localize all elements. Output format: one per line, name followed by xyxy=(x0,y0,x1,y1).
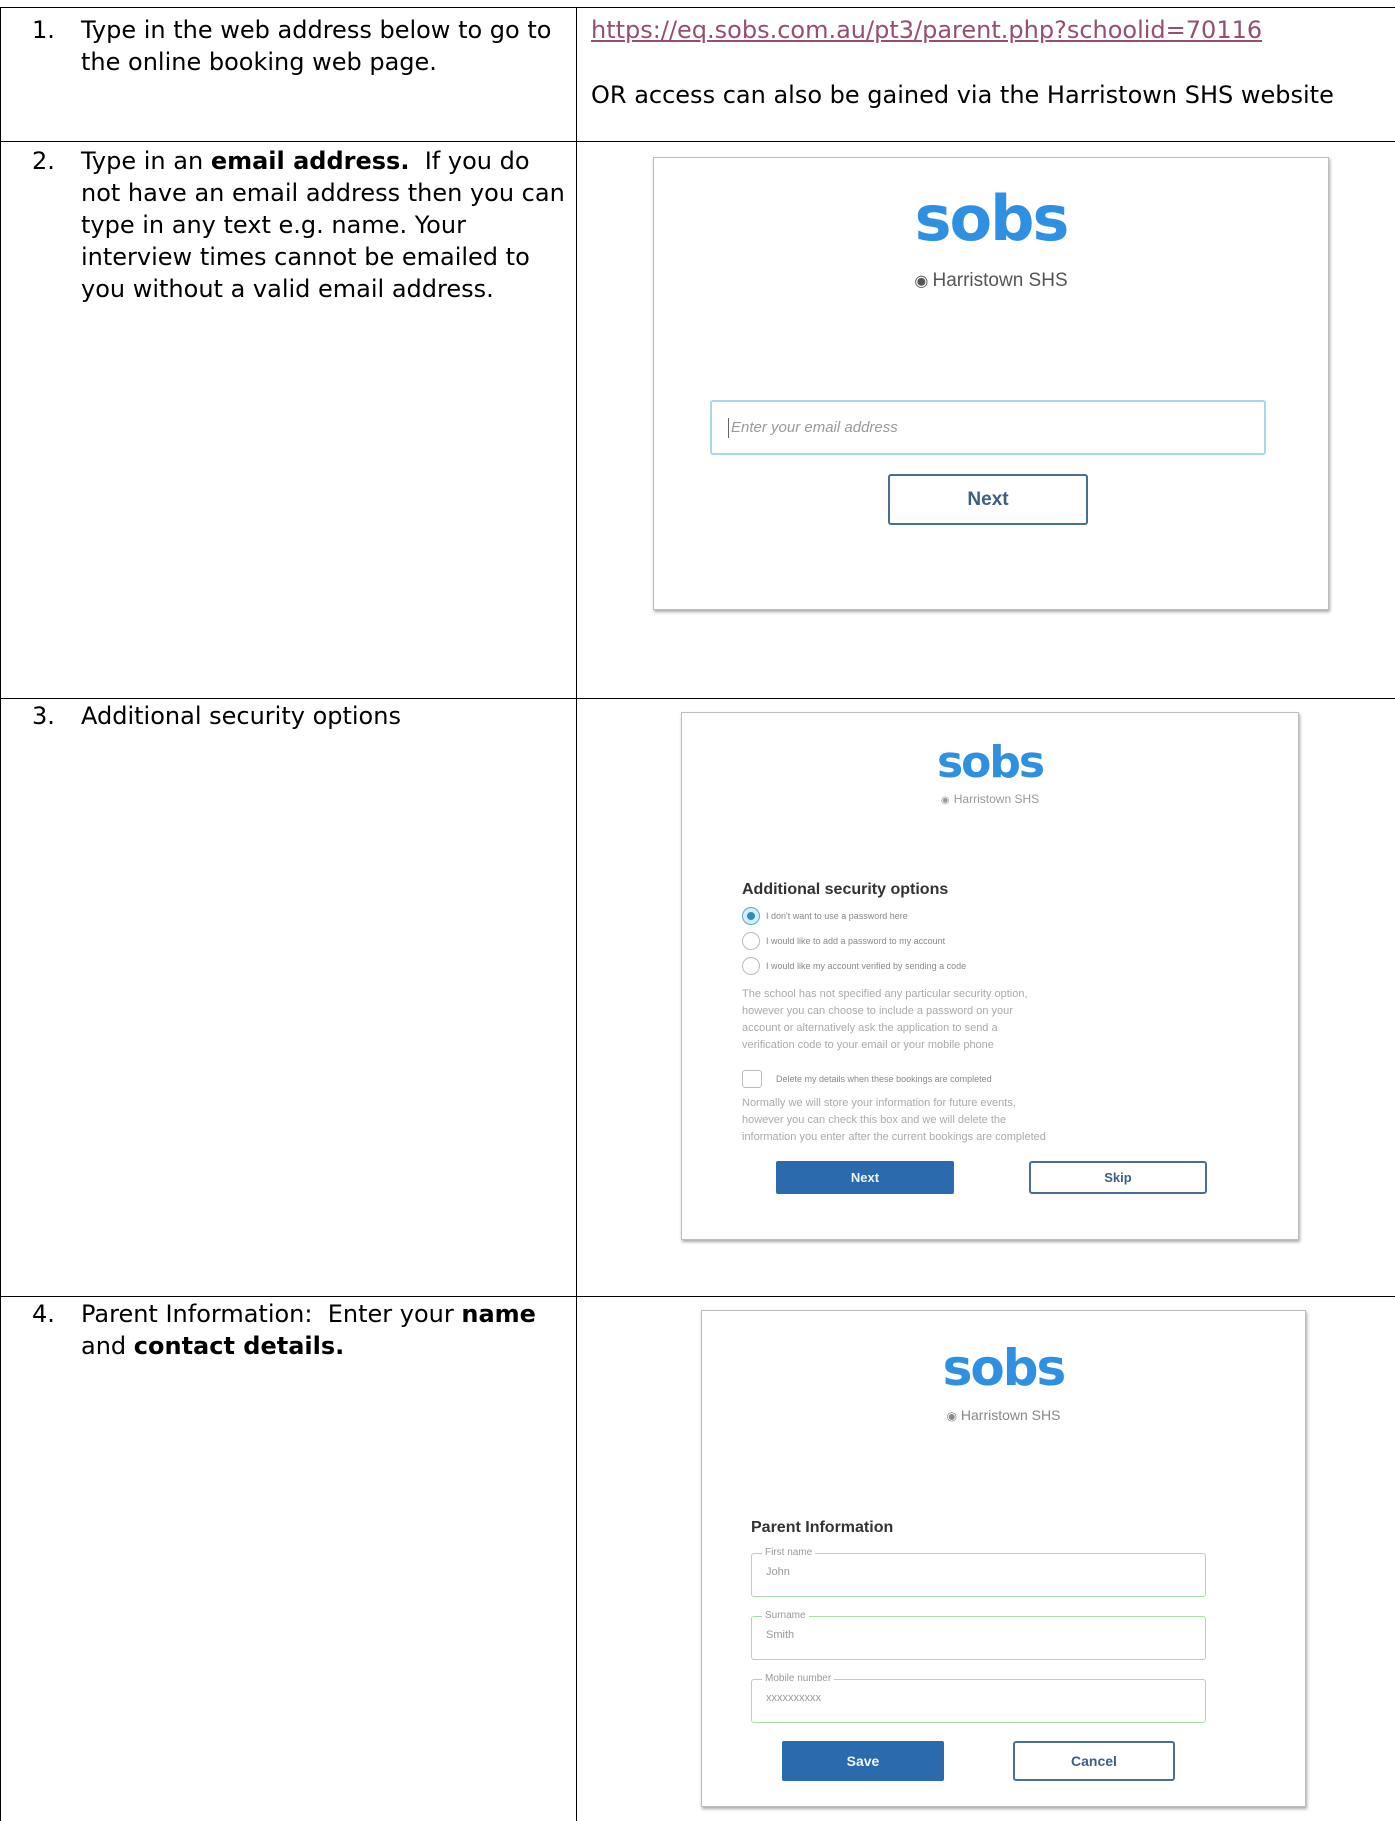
field-value: John xyxy=(766,1566,790,1578)
save-button[interactable]: Save xyxy=(782,1741,944,1781)
instruction-line: interview times cannot be emailed to xyxy=(81,243,530,271)
instruction-line: Type in an email address. If you do xyxy=(81,145,571,177)
instruction-text: and xyxy=(81,1332,134,1360)
instruction-line: Parent Information: Enter your name xyxy=(81,1298,571,1330)
instruction-text: Type in an xyxy=(81,147,211,175)
parent-info-screen-screenshot: sobs ◉ Harristown SHS Parent Information … xyxy=(701,1310,1306,1807)
instruction-line: the online booking web page. xyxy=(81,48,437,76)
instruction-bold: email address. xyxy=(210,147,410,175)
skip-button[interactable]: Skip xyxy=(1029,1161,1207,1194)
option-label: I don't want to use a password here xyxy=(766,911,908,921)
table-column-divider xyxy=(576,7,577,1821)
next-button[interactable]: Next xyxy=(776,1161,954,1194)
description-line: however you can check this box and we wi… xyxy=(742,1114,1007,1126)
step-number: 1. xyxy=(32,16,55,44)
instruction-text: Parent Information: Enter your xyxy=(81,1300,462,1328)
field-value: Smith xyxy=(766,1629,795,1641)
school-name: ◉ Harristown SHS xyxy=(702,1407,1305,1423)
text-caret xyxy=(728,417,729,438)
sobs-logo: sobs xyxy=(942,1339,1067,1397)
description-line: however you can choose to include a pass… xyxy=(742,1005,1013,1017)
description-line: verification code to your email or your … xyxy=(742,1039,994,1051)
security-title: Additional security options xyxy=(742,881,949,898)
table-left-border xyxy=(0,7,1,1821)
alt-access-text: OR access can also be gained via the Har… xyxy=(591,81,1334,109)
delete-details-checkbox[interactable]: Delete my details when these bookings ar… xyxy=(742,1070,992,1088)
sobs-logo: sobs xyxy=(914,182,1070,255)
step-4-instruction: Parent Information: Enter your name and … xyxy=(81,1298,571,1362)
step-2-instruction: Type in an email address. If you do not … xyxy=(81,145,571,305)
instruction-text: If you do xyxy=(409,147,530,175)
school-name-text: Harristown SHS xyxy=(960,1407,1061,1423)
step-number: 3. xyxy=(32,702,55,730)
step-3-instruction: Additional security options xyxy=(81,702,401,730)
description-line: information you enter after the current … xyxy=(742,1131,1046,1143)
description-line: The school has not specified any particu… xyxy=(742,988,1028,1000)
booking-url-link[interactable]: https://eq.sobs.com.au/pt3/parent.php?sc… xyxy=(591,14,1262,46)
instruction-bold: contact details. xyxy=(133,1332,345,1360)
location-pin-icon: ◉ xyxy=(914,272,929,290)
school-name: ◉ Harristown SHS xyxy=(682,792,1298,806)
option-label: I would like to add a password to my acc… xyxy=(766,936,946,946)
option-label: I would like my account verified by send… xyxy=(766,961,967,971)
instruction-bold: name xyxy=(461,1300,536,1328)
description-line: Normally we will store your information … xyxy=(742,1097,1016,1109)
email-screen-screenshot: sobs ◉ Harristown SHS Enter your email ad… xyxy=(653,157,1329,610)
delete-description: Normally we will store your information … xyxy=(742,1095,1262,1146)
location-pin-icon: ◉ xyxy=(946,1409,957,1423)
sobs-logo: sobs xyxy=(936,737,1045,788)
instruction-line: not have an email address then you can xyxy=(81,179,565,207)
security-screen-screenshot: sobs ◉ Harristown SHS Additional security… xyxy=(681,712,1299,1240)
location-pin-icon: ◉ xyxy=(940,795,950,806)
school-name-text: Harristown SHS xyxy=(953,792,1040,806)
row-divider-1 xyxy=(0,141,1395,142)
cancel-button[interactable]: Cancel xyxy=(1013,1741,1175,1781)
table-top-border xyxy=(0,7,1395,8)
step-number: 2. xyxy=(32,147,55,175)
school-name: ◉ Harristown SHS xyxy=(654,270,1328,292)
radio-icon xyxy=(742,957,760,975)
description-line: account or alternatively ask the applica… xyxy=(742,1022,998,1034)
instruction-line: type in any text e.g. name. Your xyxy=(81,211,466,239)
instruction-line: and contact details. xyxy=(81,1330,571,1362)
row-divider-2 xyxy=(0,698,1395,699)
email-placeholder: Enter your email address xyxy=(731,419,898,436)
field-label: First name xyxy=(762,1546,816,1560)
instruction-line: you without a valid email address. xyxy=(81,275,494,303)
security-option-no-password[interactable]: I don't want to use a password here xyxy=(742,907,908,925)
school-name-text: Harristown SHS xyxy=(932,270,1068,291)
step-1-instruction: Type in the web address below to go to t… xyxy=(81,14,571,78)
email-input[interactable]: Enter your email address xyxy=(710,400,1266,455)
row-divider-3 xyxy=(0,1296,1395,1297)
next-button[interactable]: Next xyxy=(888,474,1088,525)
mobile-number-field[interactable]: Mobile number xxxxxxxxxx xyxy=(751,1672,1206,1723)
checkbox-label: Delete my details when these bookings ar… xyxy=(776,1074,992,1084)
security-description: The school has not specified any particu… xyxy=(742,986,1242,1054)
radio-selected-icon xyxy=(742,907,760,925)
surname-field[interactable]: Surname Smith xyxy=(751,1609,1206,1660)
radio-icon xyxy=(742,932,760,950)
first-name-field[interactable]: First name John xyxy=(751,1546,1206,1597)
security-option-add-password[interactable]: I would like to add a password to my acc… xyxy=(742,932,945,950)
step-number: 4. xyxy=(32,1300,55,1328)
instruction-line: Type in the web address below to go to xyxy=(81,16,552,44)
field-value: xxxxxxxxxx xyxy=(766,1692,821,1704)
field-label: Mobile number xyxy=(762,1672,835,1686)
parent-info-title: Parent Information xyxy=(751,1519,894,1536)
checkbox-icon xyxy=(742,1070,762,1088)
security-option-verify-code[interactable]: I would like my account verified by send… xyxy=(742,957,966,975)
field-label: Surname xyxy=(762,1609,809,1623)
